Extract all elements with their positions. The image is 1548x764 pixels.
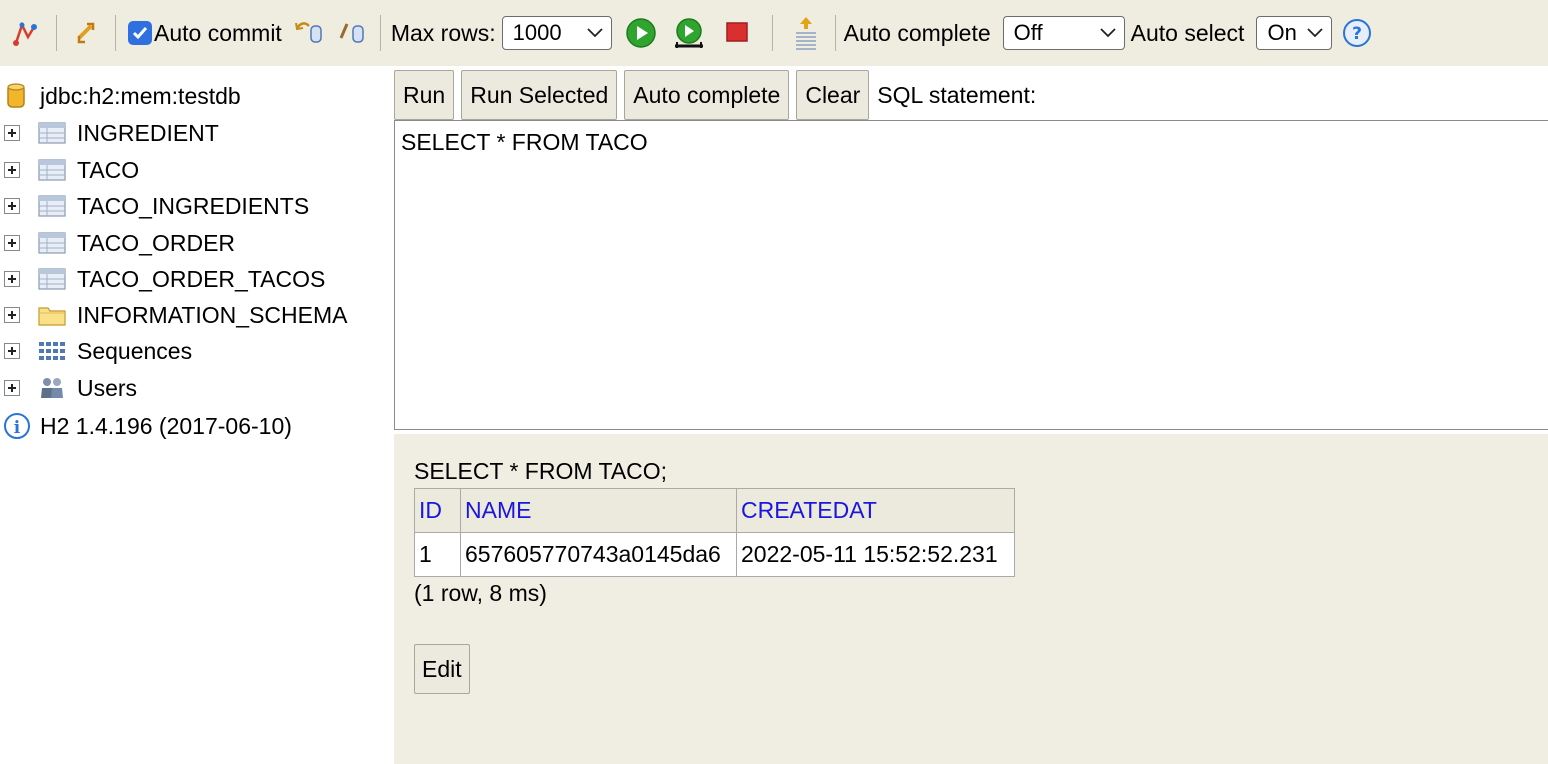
auto-complete-button[interactable]: Auto complete xyxy=(624,70,790,120)
users-icon xyxy=(41,378,63,398)
svg-text:?: ? xyxy=(1353,24,1363,44)
tree-item-label: INFORMATION_SCHEMA xyxy=(77,301,348,328)
sequences-icon xyxy=(39,342,65,360)
info-icon: i xyxy=(4,413,30,439)
expand-icon[interactable] xyxy=(4,235,20,251)
column-header-name[interactable]: NAME xyxy=(460,488,737,533)
tree-item-label: INGREDIENT xyxy=(77,119,219,146)
column-header-createdat[interactable]: CREATEDAT xyxy=(736,488,1015,533)
expand-icon[interactable] xyxy=(4,162,20,178)
chevron-down-icon xyxy=(1100,28,1116,38)
toolbar-separator xyxy=(56,15,57,51)
table-cell: 2022-05-11 15:52:52.231 xyxy=(736,532,1015,577)
result-query: SELECT * FROM TACO; xyxy=(414,458,668,484)
clear-button[interactable]: Clear xyxy=(796,70,870,120)
tree-item-label: TACO_ORDER xyxy=(77,229,236,256)
auto-select-label: Auto select xyxy=(1130,19,1245,46)
max-rows-select[interactable]: 1000 xyxy=(501,16,612,50)
table-icon xyxy=(38,195,66,217)
toolbar-separator xyxy=(771,15,773,51)
connection-label: jdbc:h2:mem:testdb xyxy=(40,82,241,109)
chevron-down-icon xyxy=(1307,28,1324,38)
toolbar-separator xyxy=(379,15,381,51)
folder-icon xyxy=(38,307,66,326)
expand-icon[interactable] xyxy=(4,271,20,287)
version-label: H2 1.4.196 (2017-06-10) xyxy=(40,412,292,439)
refresh-icon[interactable] xyxy=(69,16,103,50)
expand-icon[interactable] xyxy=(4,125,20,141)
auto-complete-label: Auto complete xyxy=(843,19,991,46)
run-selected-icon[interactable] xyxy=(672,16,706,50)
expand-icon[interactable] xyxy=(4,198,20,214)
expand-icon[interactable] xyxy=(4,307,20,323)
history-icon[interactable] xyxy=(789,16,823,50)
table-header-row: ID NAME CREATEDAT xyxy=(414,488,1015,533)
auto-complete-select[interactable]: Off xyxy=(1002,16,1125,50)
table-icon xyxy=(38,122,66,144)
query-button-bar: Run Run Selected Auto complete Clear SQL… xyxy=(394,70,1036,120)
auto-commit-label: Auto commit xyxy=(154,19,282,46)
disconnect-icon[interactable] xyxy=(10,16,44,50)
svg-text:i: i xyxy=(14,418,21,438)
run-button[interactable]: Run xyxy=(394,70,455,120)
run-icon[interactable] xyxy=(624,16,658,50)
edit-button[interactable]: Edit xyxy=(414,644,470,694)
result-info: (1 row, 8 ms) xyxy=(414,580,547,606)
expand-icon[interactable] xyxy=(4,380,20,396)
rollback-icon[interactable] xyxy=(292,16,326,50)
table-icon xyxy=(38,232,66,254)
commit-icon[interactable] xyxy=(334,16,368,50)
tree-item-label: TACO_INGREDIENTS xyxy=(77,192,310,219)
max-rows-label: Max rows: xyxy=(390,19,496,46)
help-icon[interactable]: ? xyxy=(1340,16,1374,50)
sql-editor[interactable]: SELECT * FROM TACO xyxy=(394,120,1548,430)
toolbar: Auto commit Max rows: 1000 Auto complete… xyxy=(0,0,1548,66)
tree-item-label: TACO_ORDER_TACOS xyxy=(77,265,326,292)
auto-select-value: On xyxy=(1267,20,1297,45)
column-header-id[interactable]: ID xyxy=(414,488,461,533)
table-row: 1 657605770743a0145da6 2022-05-11 15:52:… xyxy=(414,532,1015,577)
database-icon xyxy=(7,83,25,108)
tree-item-label: Users xyxy=(77,374,138,401)
auto-select-select[interactable]: On xyxy=(1256,16,1333,50)
result-table: ID NAME CREATEDAT 1 657605770743a0145da6… xyxy=(414,488,1015,577)
table-icon xyxy=(38,268,66,290)
toolbar-separator xyxy=(115,15,116,51)
table-cell: 1 xyxy=(414,532,461,577)
table-cell: 657605770743a0145da6 xyxy=(460,532,737,577)
run-selected-button[interactable]: Run Selected xyxy=(461,70,618,120)
auto-complete-value: Off xyxy=(1013,20,1043,45)
tree-item-label: Sequences xyxy=(77,337,193,364)
result-panel: SELECT * FROM TACO; ID NAME CREATEDAT 1 … xyxy=(394,434,1548,764)
toolbar-separator xyxy=(834,15,836,51)
chevron-down-icon xyxy=(586,28,603,38)
tree-item-label: TACO xyxy=(77,156,140,183)
auto-commit-checkbox[interactable] xyxy=(128,21,152,45)
stop-icon[interactable] xyxy=(720,16,754,50)
expand-icon[interactable] xyxy=(4,343,20,359)
max-rows-value: 1000 xyxy=(512,20,562,45)
sql-statement-label: SQL statement: xyxy=(877,81,1037,108)
table-icon xyxy=(38,159,66,181)
